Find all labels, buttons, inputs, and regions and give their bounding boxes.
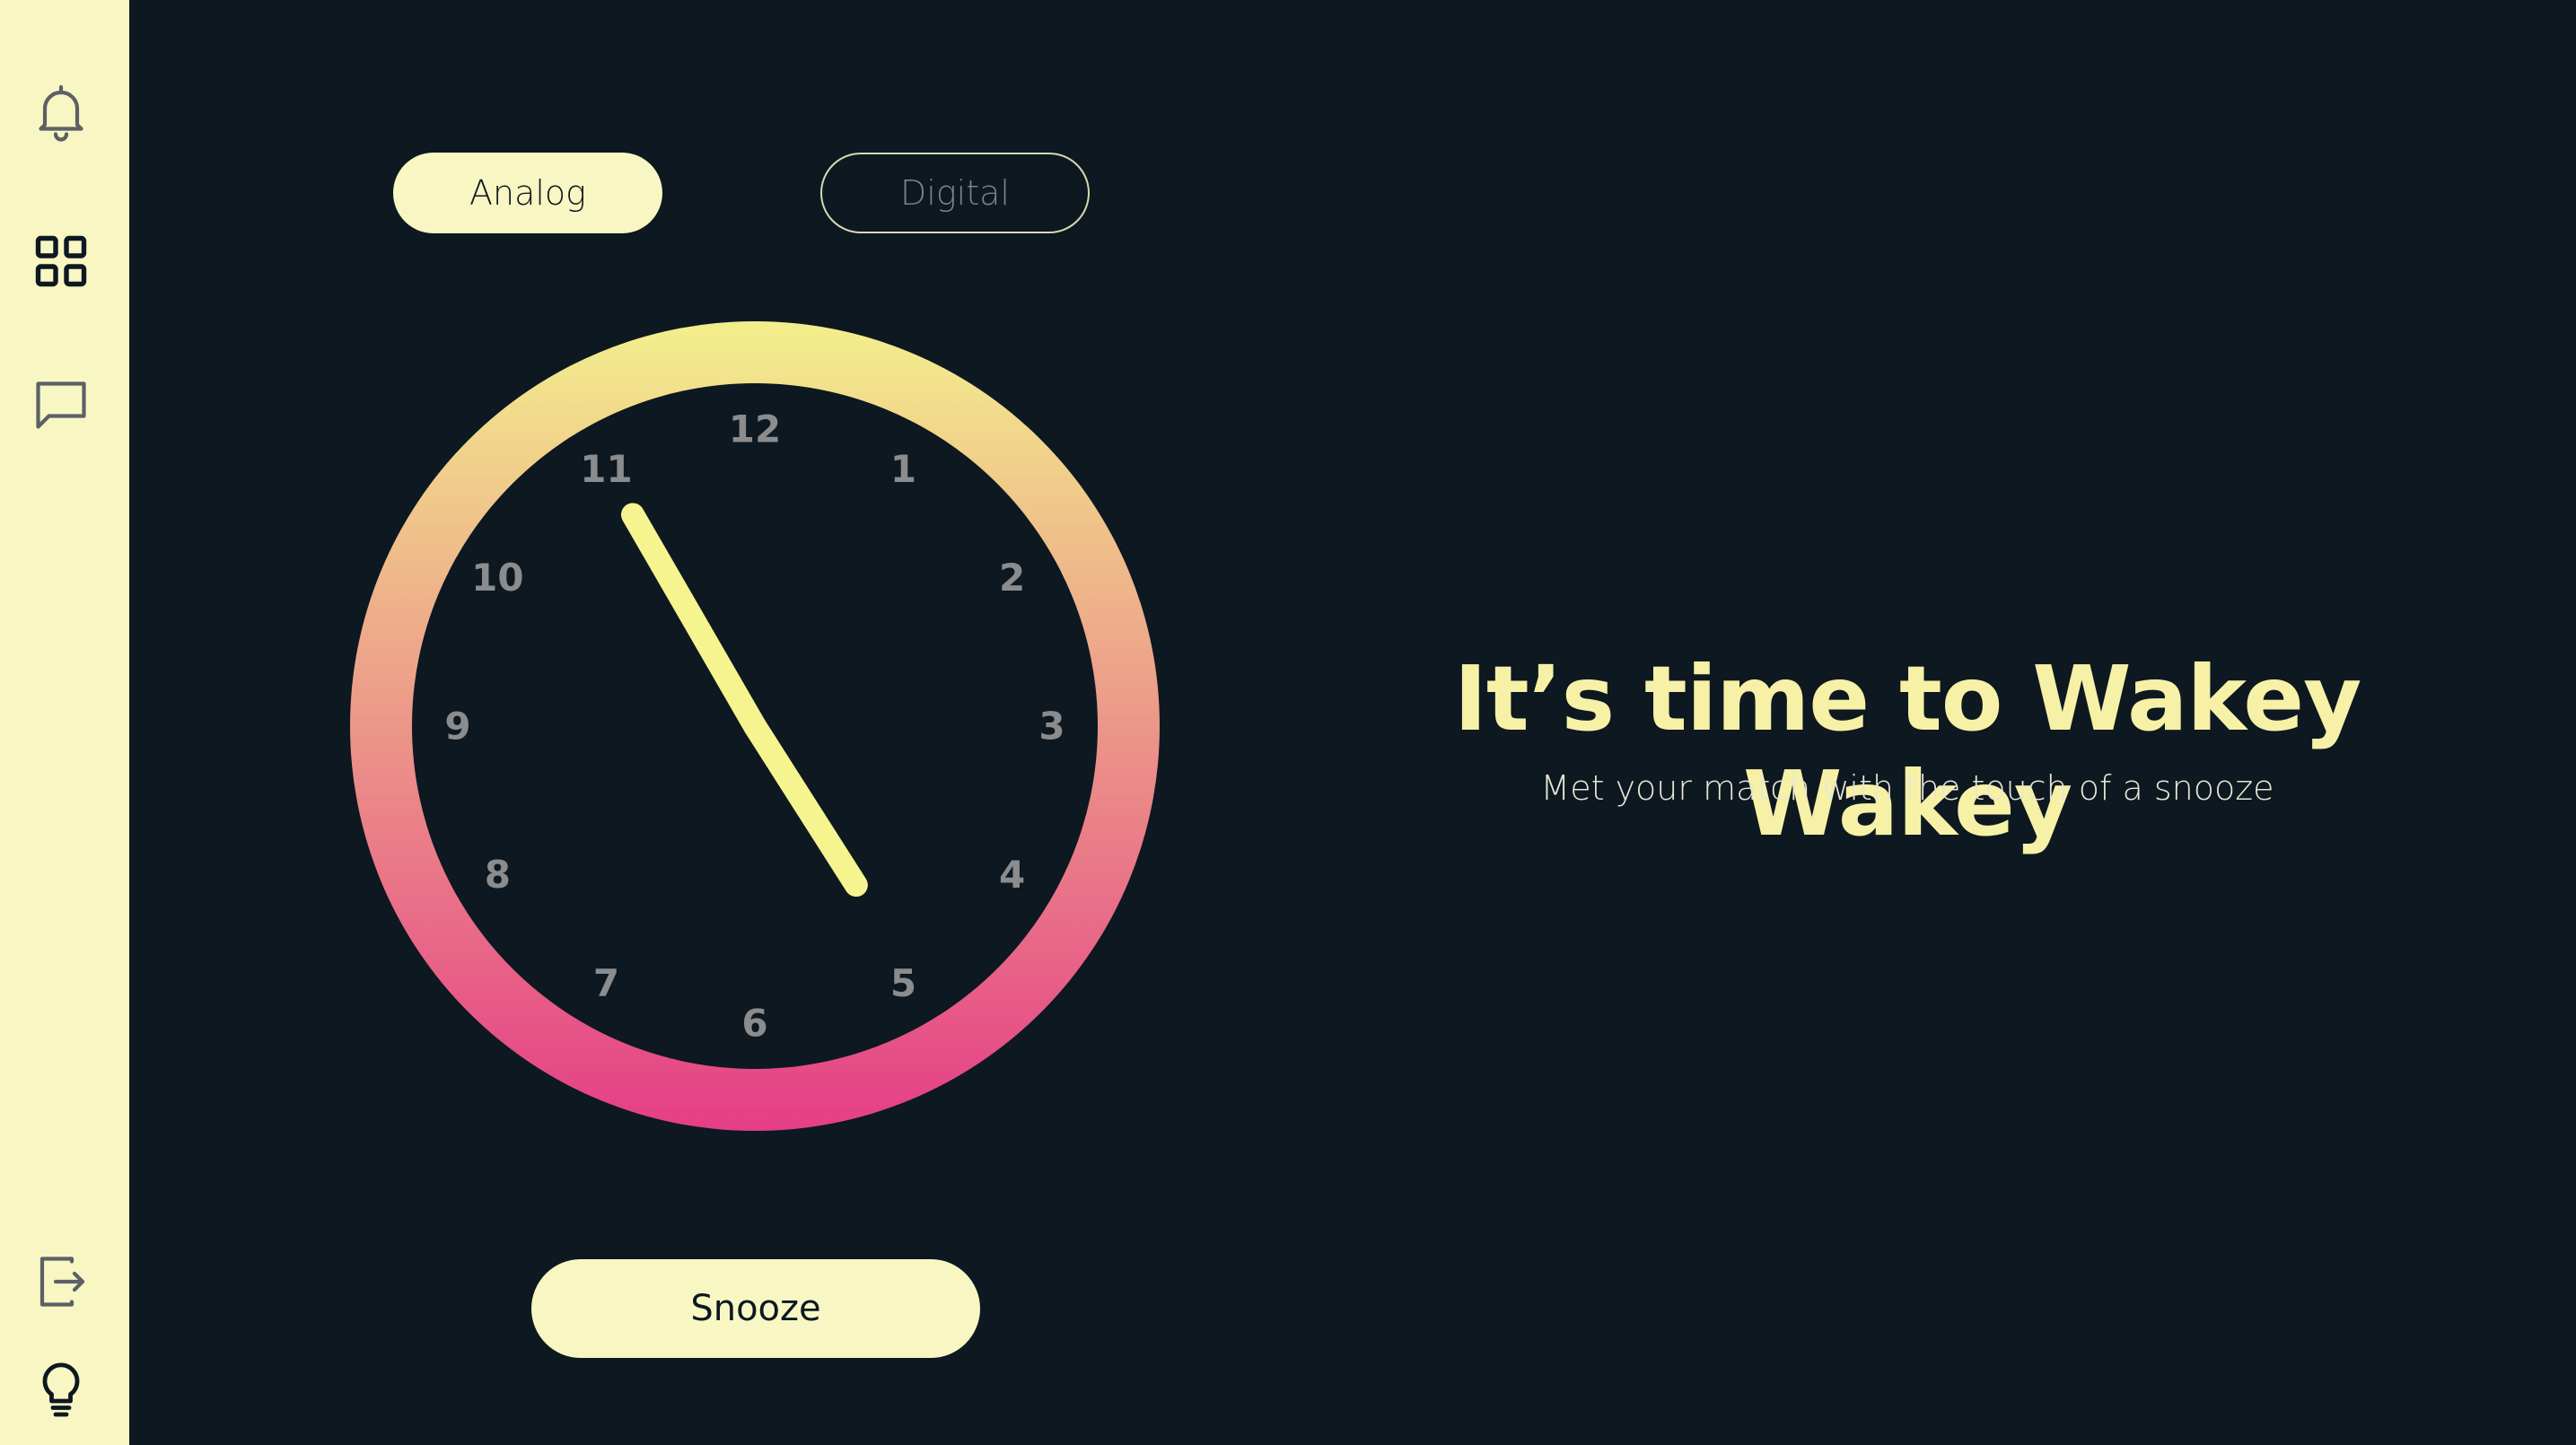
analog-clock: 12 1 2 3 4 5 6 7 8 9 10 11 <box>350 321 1160 1131</box>
page-subtitle: Met your match with the touch of a snooz… <box>1540 768 2274 808</box>
lightbulb-icon[interactable] <box>29 1355 93 1420</box>
clock-number-3: 3 <box>1038 705 1065 749</box>
chat-icon[interactable] <box>29 372 93 436</box>
clock-face: 121234567891011 <box>350 321 1160 1131</box>
clock-number-4: 4 <box>999 853 1025 897</box>
grid-icon[interactable] <box>29 229 93 293</box>
page-title: It’s time to Wakey Wakey <box>1453 646 2362 856</box>
clock-number-1: 1 <box>890 447 916 491</box>
clock-number-8: 8 <box>485 853 511 897</box>
clock-number-5: 5 <box>890 961 916 1005</box>
analog-toggle-button[interactable]: Analog <box>393 153 662 233</box>
clock-number-6: 6 <box>741 1002 767 1046</box>
logout-icon[interactable] <box>29 1249 93 1314</box>
sidebar <box>0 0 129 1445</box>
clock-number-11: 11 <box>580 447 632 491</box>
clock-number-7: 7 <box>593 961 619 1005</box>
clock-number-12: 12 <box>729 407 781 451</box>
clock-number-9: 9 <box>444 705 470 749</box>
bell-icon[interactable] <box>29 79 93 144</box>
digital-toggle-button[interactable]: Digital <box>820 153 1090 233</box>
clock-number-2: 2 <box>999 556 1025 600</box>
snooze-button[interactable]: Snooze <box>531 1259 980 1358</box>
clock-number-10: 10 <box>471 556 523 600</box>
